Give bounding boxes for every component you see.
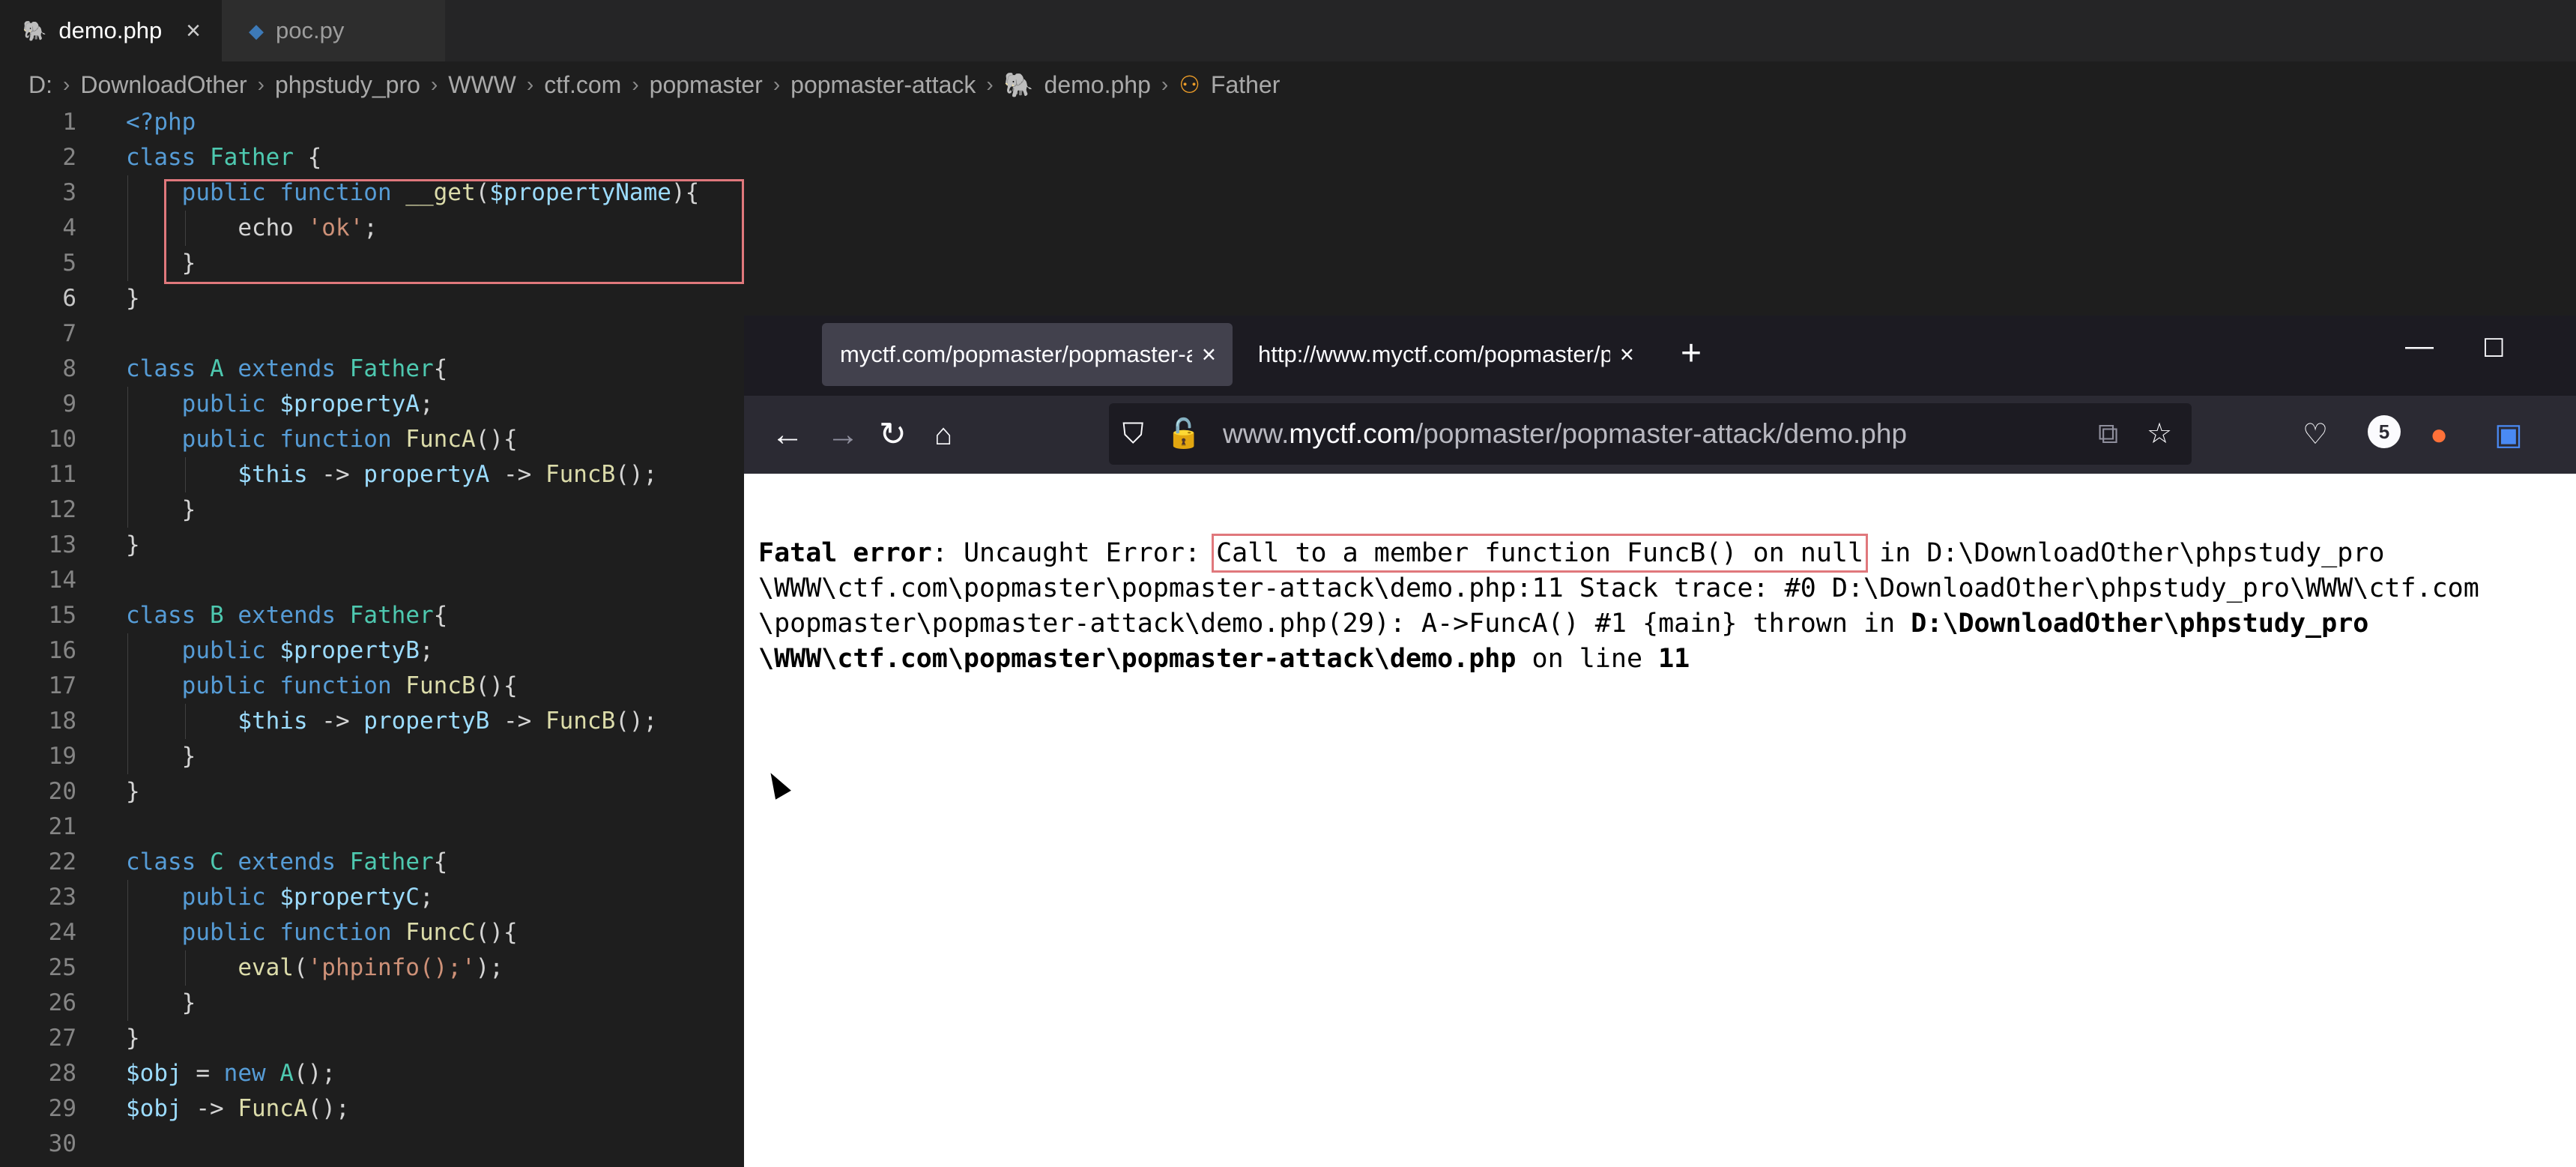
- error-message-highlight: Call to a member function FuncB() on nul…: [1212, 534, 1869, 573]
- class-symbol-icon: ⚇: [1179, 71, 1200, 98]
- code-line: 6}: [62, 285, 140, 312]
- tab-title: myctf.com/popmaster/popmaster-attack/dem…: [840, 341, 1192, 367]
- code-line: 22 class C extends Father{: [48, 848, 448, 875]
- breadcrumb-item[interactable]: WWW: [448, 71, 516, 99]
- breadcrumb-item[interactable]: popmaster: [650, 71, 763, 99]
- translate-extension-icon[interactable]: ▣: [2494, 414, 2523, 456]
- code-line: 26 }: [48, 989, 196, 1016]
- breadcrumb-item[interactable]: popmaster-attack: [790, 71, 976, 99]
- code-line: 13}: [48, 531, 140, 558]
- code-line: 10 public function FuncA(){: [48, 426, 518, 453]
- back-arrow-icon[interactable]: ←: [771, 414, 804, 456]
- page-content: Fatal error: Uncaught Error: Call to a m…: [744, 474, 2576, 1167]
- code-line: 19 }: [48, 743, 196, 770]
- chevron-right-icon: ›: [257, 73, 264, 96]
- browser-tab-inactive[interactable]: http://www.myctf.com/popmaster/popmaster…: [1240, 323, 1651, 386]
- tab-title: http://www.myctf.com/popmaster/popmaster…: [1258, 341, 1610, 367]
- editor-tab-bar: 🐘 demo.php × ◆ poc.py: [0, 0, 2576, 61]
- code-line: 11 $this -> propertyA -> FuncB();: [48, 461, 658, 488]
- forward-arrow-icon[interactable]: →: [826, 414, 859, 456]
- bookmark-star-icon[interactable]: ☆: [2147, 417, 2172, 451]
- breadcrumb-item[interactable]: Father: [1211, 71, 1280, 99]
- maximize-button[interactable]: ☐: [2482, 334, 2505, 364]
- chevron-right-icon: ›: [526, 73, 534, 96]
- code-line: 20}: [48, 778, 140, 805]
- code-line: 25 eval('phpinfo();');: [48, 954, 504, 981]
- code-line: 29 $obj -> FuncA();: [48, 1095, 350, 1122]
- code-line: 23 public $propertyC;: [48, 884, 434, 911]
- breadcrumb-item[interactable]: phpstudy_pro: [275, 71, 420, 99]
- code-line: 7: [62, 320, 76, 347]
- chevron-right-icon: ›: [632, 73, 639, 96]
- code-line: 17 public function FuncB(){: [48, 672, 518, 699]
- code-line: 21: [48, 813, 76, 840]
- code-line: 30: [48, 1130, 76, 1157]
- code-line: 16 public $propertyB;: [48, 637, 434, 664]
- tab-demo-php[interactable]: 🐘 demo.php ×: [0, 0, 222, 61]
- code-line: 1 <?php: [62, 109, 196, 136]
- url-bar[interactable]: ⛉ 🔓 www.myctf.com/popmaster/popmaster-at…: [1109, 403, 2192, 465]
- tab-label: poc.py: [276, 17, 345, 43]
- breadcrumb: D: › DownloadOther › phpstudy_pro › WWW › ct…: [28, 66, 1280, 103]
- pocket-icon[interactable]: ♡: [2303, 414, 2328, 456]
- code-line: 14: [48, 567, 76, 594]
- chevron-right-icon: ›: [773, 73, 781, 96]
- code-area[interactable]: 1 <?php 2 class Father { 3 public function…: [0, 105, 744, 1167]
- home-icon[interactable]: ⌂: [934, 414, 952, 456]
- browser-window: myctf.com/popmaster/popmaster-attack/dem…: [744, 316, 2576, 1167]
- insecure-lock-icon[interactable]: 🔓: [1166, 417, 1201, 451]
- browser-tab-strip: myctf.com/popmaster/popmaster-attack/dem…: [744, 316, 2576, 396]
- new-tab-button[interactable]: +: [1681, 334, 1702, 374]
- php-elephant-icon: 🐘: [1003, 71, 1034, 98]
- breadcrumb-item[interactable]: ctf.com: [544, 71, 621, 99]
- chevron-right-icon: ›: [986, 73, 994, 96]
- shield-icon[interactable]: ⛉: [1122, 417, 1144, 451]
- chevron-right-icon: ›: [63, 73, 70, 96]
- code-line: 18 $this -> propertyB -> FuncB();: [48, 708, 658, 735]
- close-tab-icon[interactable]: ×: [1620, 340, 1634, 369]
- code-line: 28 $obj = new A();: [48, 1060, 336, 1087]
- php-elephant-icon: 🐘: [22, 19, 47, 42]
- browser-tab-active[interactable]: myctf.com/popmaster/popmaster-attack/dem…: [822, 323, 1233, 386]
- reload-icon[interactable]: ↻: [879, 414, 907, 456]
- close-icon[interactable]: ×: [186, 16, 201, 46]
- extension-fox-icon[interactable]: ●: [2430, 414, 2448, 456]
- extension-badge[interactable]: 5: [2368, 415, 2401, 448]
- code-line: 8 class A extends Father{: [62, 355, 448, 382]
- browser-navbar: ← → ↻ ⌂ ⛉ 🔓 www.myctf.com/popmaster/popm…: [744, 396, 2576, 474]
- translate-icon[interactable]: ⧉: [2098, 417, 2118, 451]
- highlight-box-get-method: [164, 179, 744, 284]
- code-line: 2 class Father {: [62, 144, 322, 171]
- code-line: 9 public $propertyA;: [62, 390, 434, 417]
- php-error-message: Fatal error: Uncaught Error: Call to a m…: [758, 534, 2479, 674]
- code-line: 24 public function FuncC(){: [48, 919, 518, 946]
- tab-poc-py[interactable]: ◆ poc.py: [222, 0, 445, 61]
- chevron-right-icon: ›: [1161, 73, 1169, 96]
- breadcrumb-item[interactable]: D:: [28, 71, 52, 99]
- minimize-button[interactable]: —: [2405, 331, 2434, 363]
- error-label: Fatal error: [758, 538, 932, 568]
- breadcrumb-item[interactable]: demo.php: [1044, 71, 1151, 99]
- chevron-right-icon: ›: [430, 73, 438, 96]
- python-icon: ◆: [249, 19, 264, 42]
- code-line: 15 class B extends Father{: [48, 602, 448, 629]
- breadcrumb-item[interactable]: DownloadOther: [80, 71, 247, 99]
- url-text[interactable]: www.myctf.com/popmaster/popmaster-attack…: [1223, 403, 1907, 465]
- close-tab-icon[interactable]: ×: [1202, 340, 1216, 369]
- tab-label: demo.php: [58, 17, 163, 43]
- code-line: 27}: [48, 1025, 140, 1052]
- code-line: 12 }: [48, 496, 196, 523]
